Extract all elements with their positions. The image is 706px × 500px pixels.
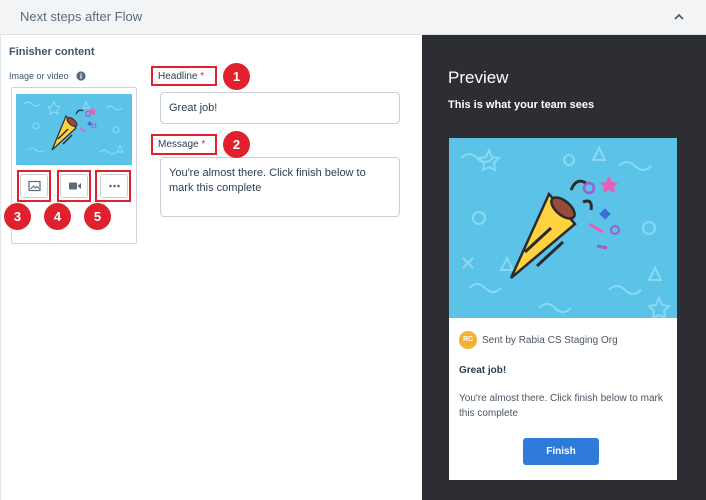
- headline-label-text: Headline: [158, 71, 198, 82]
- chevron-up-icon[interactable]: [672, 10, 686, 24]
- callout-badge-3: 3: [4, 203, 31, 230]
- required-marker: *: [200, 71, 205, 82]
- preview-panel: Preview This is what your team sees RC S…: [422, 35, 706, 500]
- finish-button[interactable]: Finish: [523, 438, 599, 465]
- image-video-label: Image or video: [9, 71, 69, 81]
- preview-title: Preview: [448, 68, 509, 87]
- preview-image: [449, 138, 677, 318]
- callout-badge-4: 4: [44, 203, 71, 230]
- callout-badge-2: 2: [223, 131, 250, 158]
- callout-badge-1: 1: [223, 63, 250, 90]
- sender-text: Sent by Rabia CS Staging Org: [482, 335, 618, 346]
- required-marker: *: [201, 139, 206, 150]
- info-icon[interactable]: [76, 71, 86, 81]
- message-label: Message *: [158, 139, 205, 150]
- preview-message: You're almost there. Click finish below …: [459, 393, 663, 419]
- media-thumbnail[interactable]: [16, 94, 132, 165]
- section-header[interactable]: Next steps after Flow: [0, 0, 706, 35]
- preview-card: RC Sent by Rabia CS Staging Org Great jo…: [449, 138, 677, 480]
- callout-box-video: [57, 170, 91, 202]
- editor-panel: Finisher content Image or video Headline…: [0, 35, 422, 500]
- party-popper-icon: [23, 100, 124, 155]
- party-popper-icon: [460, 145, 672, 318]
- section-header-title: Next steps after Flow: [20, 9, 143, 24]
- section-title: Finisher content: [9, 46, 95, 58]
- message-label-text: Message: [158, 139, 199, 150]
- headline-input[interactable]: Great job!: [160, 92, 400, 124]
- headline-label: Headline *: [158, 71, 204, 82]
- avatar: RC: [459, 331, 477, 349]
- preview-subtitle: This is what your team sees: [448, 99, 595, 111]
- message-textarea[interactable]: You're almost there. Click finish below …: [160, 157, 400, 217]
- callout-box-more: [95, 170, 131, 202]
- callout-box-image: [17, 170, 51, 202]
- preview-headline: Great job!: [459, 365, 507, 376]
- callout-badge-5: 5: [84, 203, 111, 230]
